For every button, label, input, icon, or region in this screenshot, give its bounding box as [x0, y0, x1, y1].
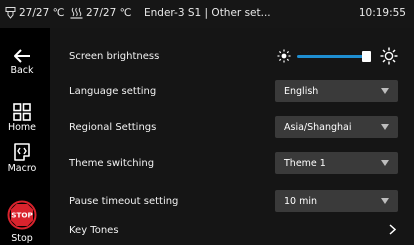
language-label: Language setting [69, 85, 157, 97]
caret-down-icon [381, 198, 389, 204]
sun-large-icon [380, 47, 398, 65]
pause-timeout-label: Pause timeout setting [69, 195, 179, 207]
stop-badge-text: STOP [11, 211, 32, 220]
stop-button[interactable]: STOP Stop [0, 200, 44, 244]
macro-button[interactable]: Macro [0, 142, 44, 174]
region-value: Asia/Shanghai [284, 121, 352, 133]
caret-down-icon [381, 88, 389, 94]
caret-down-icon [381, 124, 389, 130]
stop-label: Stop [11, 233, 33, 244]
language-select[interactable]: English [275, 80, 398, 102]
nozzle-temp-text: 27/27 ℃ [19, 7, 65, 19]
clock: 10:19:55 [358, 7, 406, 19]
back-button[interactable]: Back [0, 48, 44, 76]
pause-timeout-value: 10 min [284, 195, 318, 207]
sidebar: Back Home Macro STOP Stop [0, 28, 44, 245]
brightness-slider[interactable] [275, 45, 398, 67]
brightness-track [297, 55, 367, 58]
theme-value: Theme 1 [284, 157, 326, 169]
nozzle-temperature: 27/27 ℃ [5, 7, 64, 19]
macro-label: Macro [7, 163, 37, 174]
home-button[interactable]: Home [0, 103, 44, 133]
back-label: Back [10, 65, 34, 76]
region-label: Regional Settings [69, 121, 157, 133]
breadcrumb: Ender-3 S1 | Other set... [144, 7, 271, 19]
theme-label: Theme switching [69, 157, 155, 169]
bed-icon [70, 7, 83, 19]
caret-down-icon [381, 160, 389, 166]
theme-row: Theme switching Theme 1 [50, 145, 414, 181]
brightness-thumb[interactable] [362, 51, 372, 62]
region-row: Regional Settings Asia/Shanghai [50, 109, 414, 145]
macro-icon [14, 143, 30, 161]
back-arrow-icon [14, 49, 30, 63]
stop-icon: STOP [7, 200, 37, 230]
settings-panel: Screen brightness Language setting Engli… [50, 28, 414, 245]
nozzle-icon [5, 7, 16, 19]
theme-select[interactable]: Theme 1 [275, 152, 398, 174]
brightness-row: Screen brightness [50, 38, 414, 74]
pause-timeout-row: Pause timeout setting 10 min [50, 183, 414, 219]
home-grid-icon [13, 103, 31, 121]
home-label: Home [7, 122, 37, 133]
status-bar: 27/27 ℃ 27/27 ℃ Ender-3 S1 | Other set..… [0, 0, 414, 28]
sun-small-icon [277, 49, 291, 63]
key-tones-label: Key Tones [69, 225, 119, 236]
bed-temperature: 27/27 ℃ [70, 7, 131, 19]
language-value: English [284, 85, 319, 97]
brightness-label: Screen brightness [69, 50, 160, 62]
key-tones-row[interactable]: Key Tones [50, 216, 414, 245]
region-select[interactable]: Asia/Shanghai [275, 116, 398, 138]
pause-timeout-select[interactable]: 10 min [275, 190, 398, 212]
language-row: Language setting English [50, 73, 414, 109]
chevron-right-icon[interactable] [389, 224, 396, 235]
bed-temp-text: 27/27 ℃ [86, 7, 132, 19]
